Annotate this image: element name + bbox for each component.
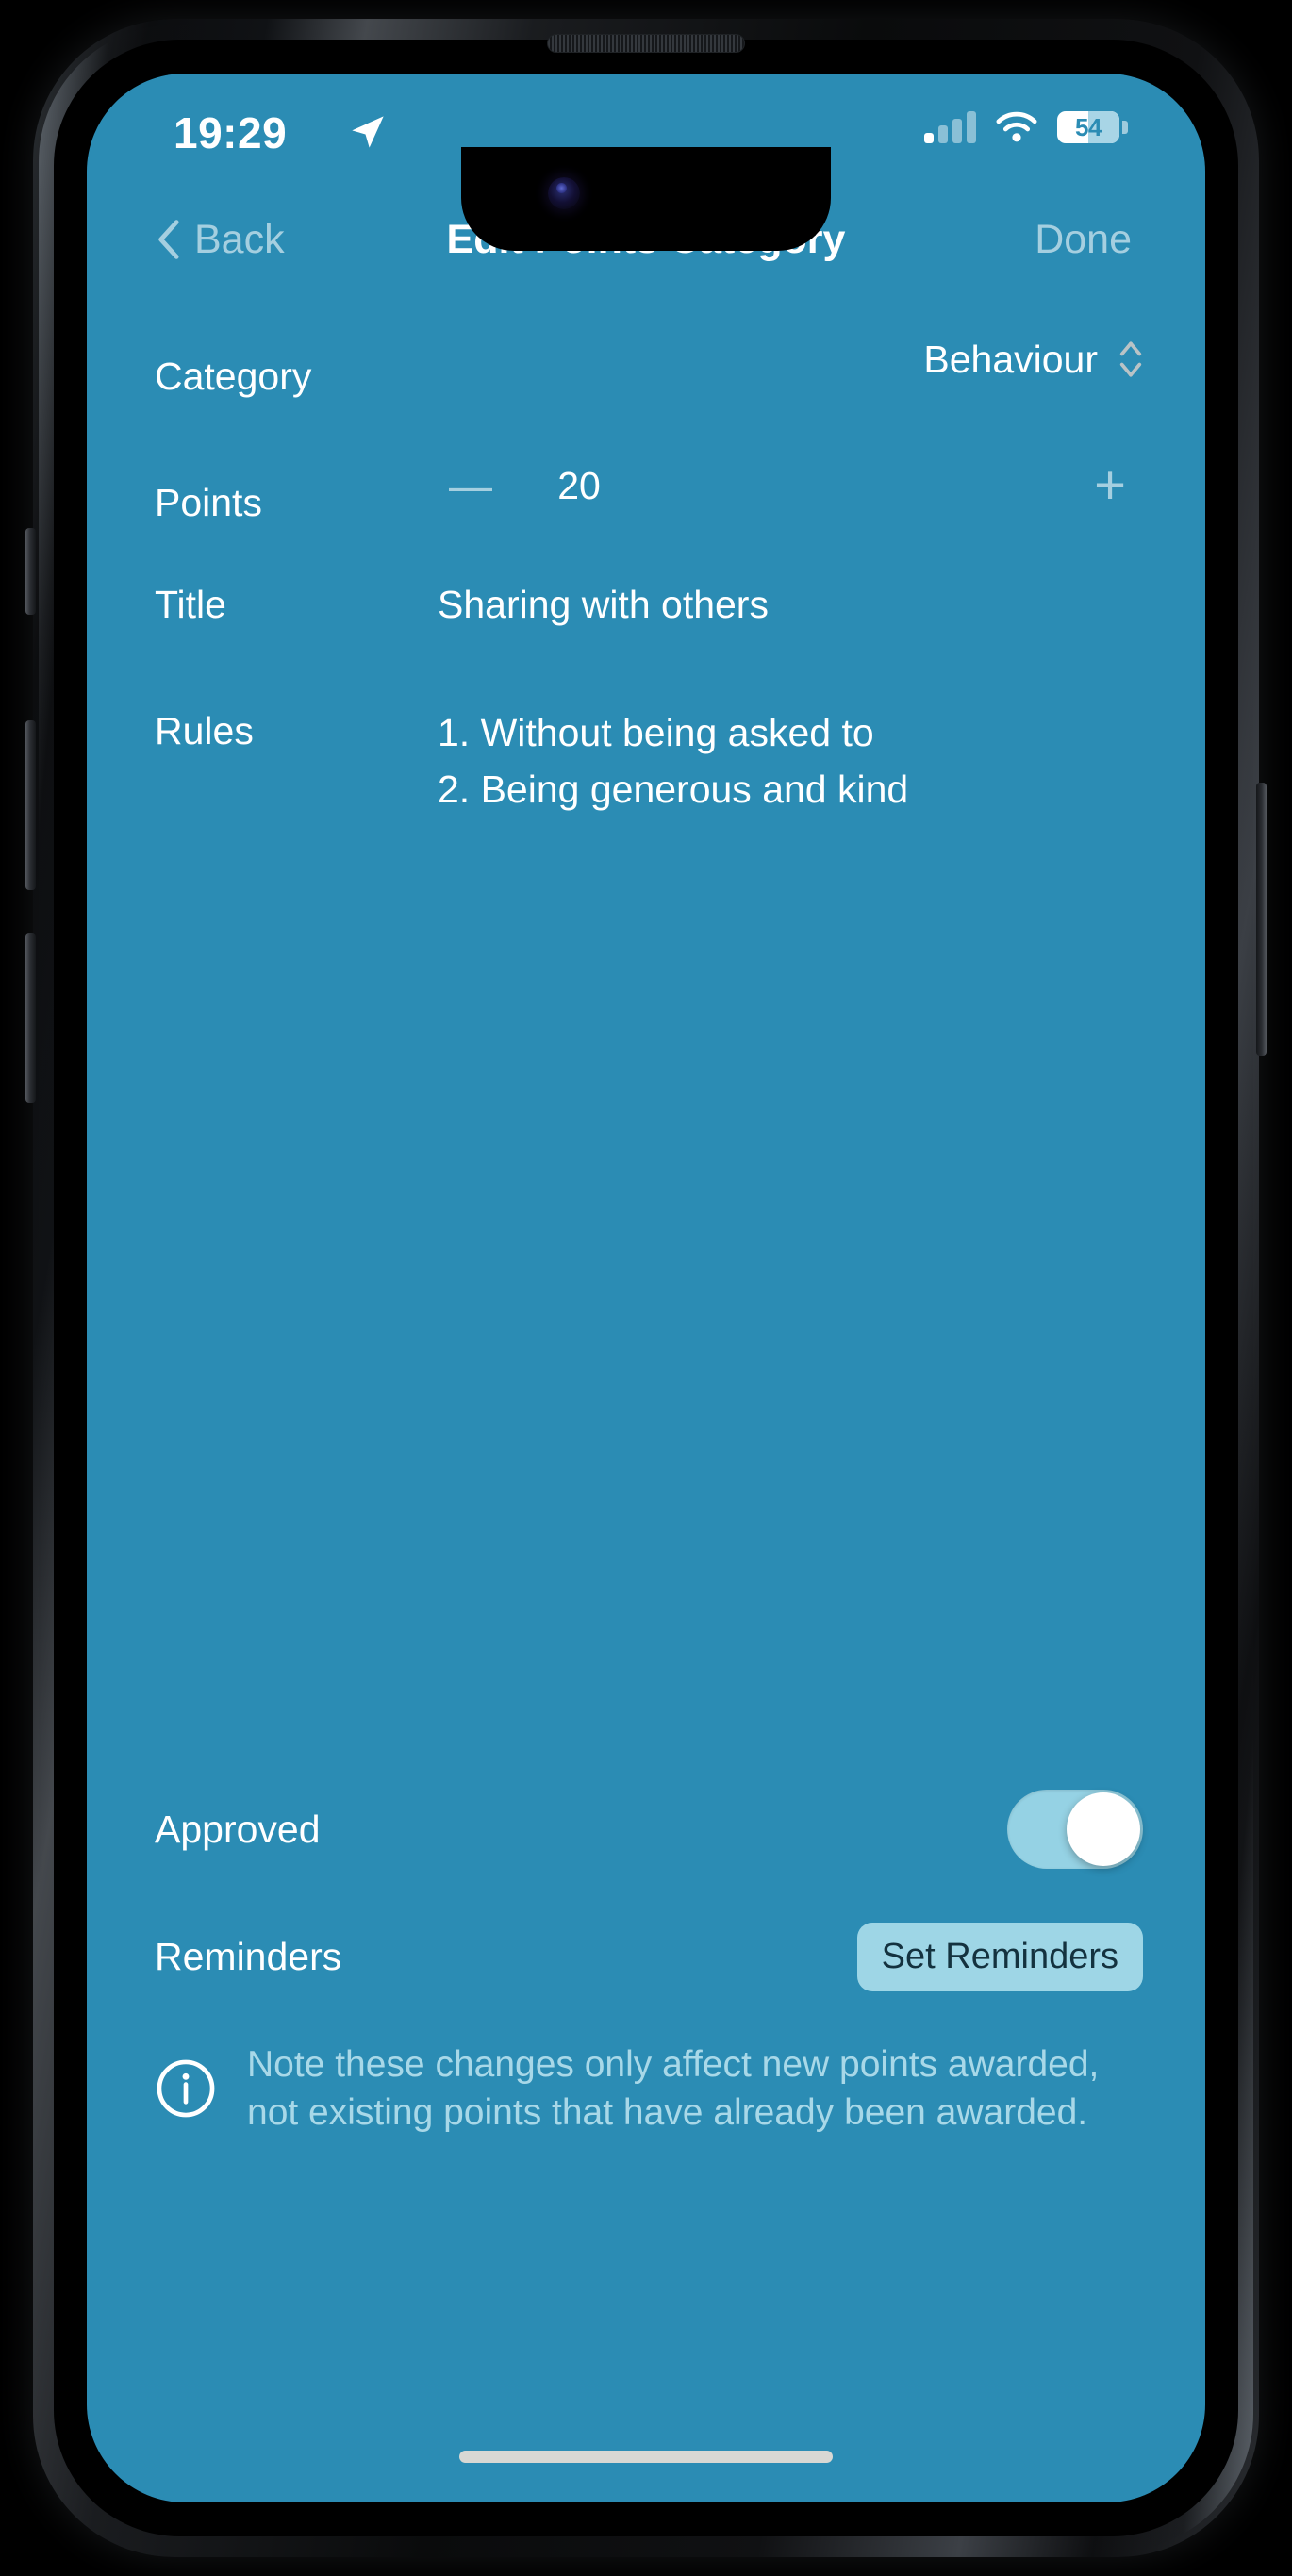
points-row: Points — 20 +: [87, 422, 1205, 549]
battery-percent: 54: [1075, 112, 1102, 141]
category-value: Behaviour: [923, 337, 1098, 381]
front-camera-icon: [548, 177, 580, 209]
cellular-signal-icon: [924, 111, 976, 143]
approved-row: Approved: [87, 1763, 1205, 1895]
location-arrow-icon: [349, 113, 387, 151]
title-label: Title: [155, 583, 226, 626]
rule-item: 1. Without being asked to: [438, 711, 874, 754]
volume-down-button[interactable]: [25, 933, 36, 1103]
reminders-label: Reminders: [155, 1934, 342, 1978]
screenshot-scene: 19:29 54 Back Done Category Behaviour Po…: [0, 0, 1292, 2576]
category-label: Category: [155, 354, 312, 398]
points-stepper: — 20: [438, 464, 654, 508]
rules-list[interactable]: 1. Without being asked to 2. Being gener…: [438, 675, 908, 813]
rule-item: 2. Being generous and kind: [438, 768, 909, 812]
chevron-up-down-icon: [1118, 339, 1143, 379]
approved-toggle[interactable]: [1007, 1790, 1143, 1869]
bottom-settings-group: Approved Reminders Set Reminders Note th…: [87, 1763, 1205, 2138]
phone-screen: 19:29 54 Back Done Category Behaviour Po…: [87, 74, 1205, 2502]
points-increment-button[interactable]: +: [1077, 457, 1143, 512]
rules-label: Rules: [155, 709, 254, 752]
power-button[interactable]: [1256, 783, 1267, 1056]
info-note-text: Note these changes only affect new point…: [247, 2044, 1100, 2134]
info-note: Note these changes only affect new point…: [87, 2018, 1205, 2138]
set-reminders-button[interactable]: Set Reminders: [856, 1922, 1143, 1991]
reminders-row: Reminders Set Reminders: [87, 1895, 1205, 2018]
info-circle-icon: [155, 2057, 217, 2120]
status-bar-time: 19:29: [174, 108, 288, 157]
title-value[interactable]: Sharing with others: [438, 549, 1143, 627]
approved-label: Approved: [155, 1807, 321, 1851]
title-row[interactable]: Title Sharing with others: [87, 549, 1205, 675]
volume-up-button[interactable]: [25, 720, 36, 890]
silent-switch-button[interactable]: [25, 528, 36, 615]
wifi-icon: [995, 111, 1038, 143]
rules-row[interactable]: Rules 1. Without being asked to 2. Being…: [87, 675, 1205, 813]
battery-icon: 54: [1057, 111, 1128, 143]
notch: [461, 147, 831, 251]
done-button[interactable]: Done: [1035, 217, 1132, 263]
earpiece-speaker: [547, 34, 745, 53]
status-bar-indicators: 54: [924, 111, 1128, 143]
form-content: Category Behaviour Points — 20 + Title S…: [87, 296, 1205, 2502]
points-decrement-button[interactable]: —: [438, 464, 504, 507]
home-indicator[interactable]: [459, 2451, 833, 2463]
category-picker[interactable]: Behaviour: [923, 338, 1143, 382]
points-label: Points: [155, 480, 262, 524]
battery-cap: [1122, 121, 1128, 134]
points-value: 20: [557, 463, 601, 507]
approved-toggle-knob: [1067, 1792, 1140, 1866]
category-row[interactable]: Category Behaviour: [87, 296, 1205, 422]
